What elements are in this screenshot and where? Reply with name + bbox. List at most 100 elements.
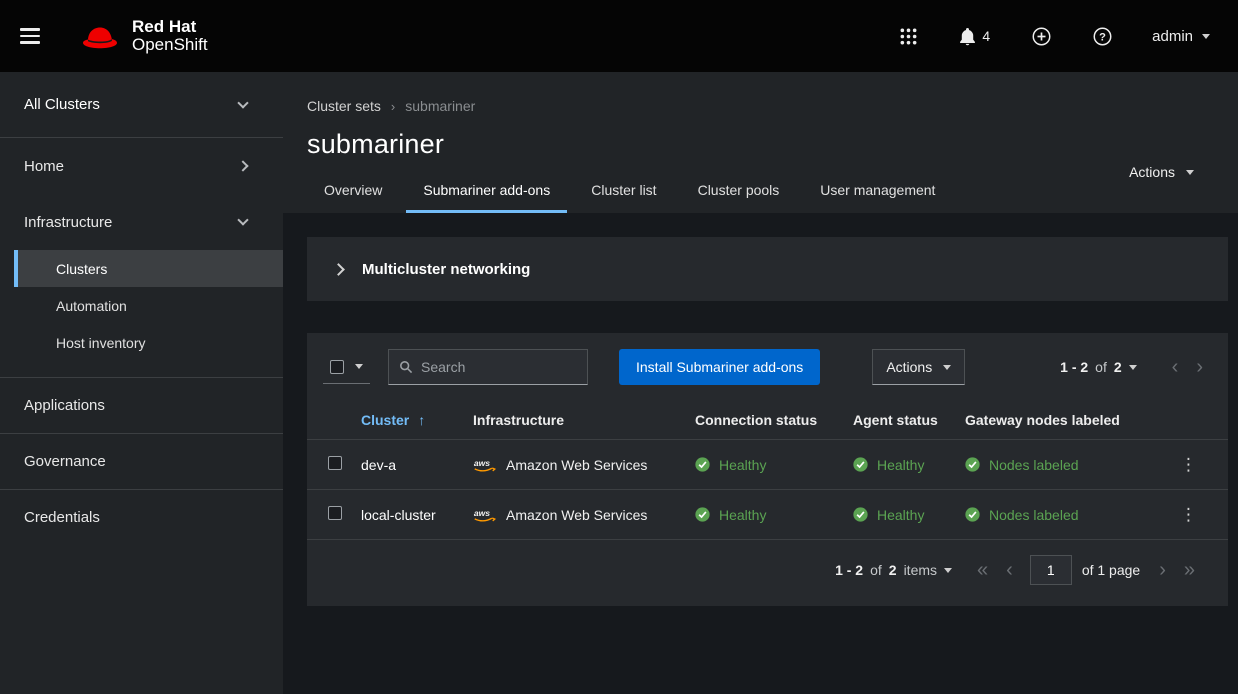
app-launcher-grid-icon [900,28,917,45]
gateway-nodes-cell: Nodes labeled [965,457,1159,473]
breadcrumb: Cluster sets › submariner [307,98,1210,114]
column-header-agent-status: Agent status [845,401,957,440]
next-page-button[interactable]: › [1150,558,1175,582]
table-actions-label: Actions [886,359,932,375]
prev-page-button[interactable]: ‹ [997,558,1022,582]
check-circle-icon [965,507,980,522]
agent-status-link[interactable]: Healthy [877,457,924,473]
pagination-range: 1 - 2 [835,562,863,578]
first-page-button[interactable]: « [968,558,997,582]
submariner-addons-card: Install Submariner add-ons Actions 1 - 2… [307,333,1228,606]
page-actions-dropdown[interactable]: Actions [1129,164,1194,180]
sidebar-item-automation[interactable]: Automation [14,287,283,324]
app-launcher-button[interactable] [898,26,919,47]
connection-status-link[interactable]: Healthy [719,457,766,473]
app: Red Hat OpenShift 4 [0,0,1238,694]
sidebar-item-applications[interactable]: Applications [0,377,283,433]
search-input[interactable] [421,359,577,375]
sidebar-item-host-inventory[interactable]: Host inventory [14,324,283,361]
breadcrumb-separator-icon: › [391,99,395,114]
page-number-input[interactable] [1030,555,1072,585]
cluster-name: dev-a [353,440,465,490]
table-actions-dropdown[interactable]: Actions [872,349,965,385]
masthead-toolbar: 4 ? admin [898,25,1210,48]
agent-status-cell: Healthy [853,507,949,523]
agent-status-cell: Healthy [853,457,949,473]
chevron-right-icon [237,160,248,171]
tab-user-management[interactable]: User management [803,173,952,213]
sidebar-item-label: Applications [24,397,105,414]
multicluster-networking-expandable[interactable]: Multicluster networking [307,237,1228,301]
clusters-table: Cluster ↑ Infrastructure Connection stat… [307,401,1228,540]
gateway-nodes-link[interactable]: Nodes labeled [989,457,1079,473]
sidebar-item-infrastructure[interactable]: Infrastructure [0,194,283,250]
sidebar-item-governance[interactable]: Governance [0,433,283,489]
page-header: Cluster sets › submariner submariner Act… [283,72,1238,213]
notifications-button[interactable]: 4 [957,25,992,48]
connection-status-link[interactable]: Healthy [719,507,766,523]
tab-cluster-list[interactable]: Cluster list [574,173,673,213]
layout: All Clusters Home Infrastructure Cluster… [0,72,1238,694]
brand-logo: Red Hat OpenShift [78,18,208,55]
infrastructure-subnav: Clusters Automation Host inventory [0,250,283,361]
infrastructure-cell: aws Amazon Web Services [473,507,679,523]
row-checkbox[interactable] [328,456,342,470]
gateway-nodes-cell: Nodes labeled [965,507,1159,523]
notification-count-badge: 4 [982,28,990,44]
sidebar-item-label: Infrastructure [24,214,112,231]
pagination-options-menu[interactable]: 1 - 2 of 2 [1060,359,1137,375]
user-menu[interactable]: admin [1152,28,1210,45]
tab-submariner-add-ons[interactable]: Submariner add-ons [406,173,567,213]
username: admin [1152,28,1193,45]
caret-down-icon [1186,170,1194,175]
cluster-switcher-dropdown[interactable]: All Clusters [0,72,283,138]
page-title: submariner [307,129,1210,160]
nav-toggle-button[interactable] [18,22,42,50]
bulk-select-dropdown[interactable] [323,351,370,384]
caret-down-icon [1202,34,1210,39]
sort-by-cluster-button[interactable]: Cluster ↑ [361,412,425,428]
table-row: local-cluster aws Amazon Web Servi [307,490,1228,540]
masthead: Red Hat OpenShift 4 [0,0,1238,72]
tab-overview[interactable]: Overview [307,173,399,213]
redhat-hat-icon [78,20,122,53]
agent-status-link[interactable]: Healthy [877,507,924,523]
tab-cluster-pools[interactable]: Cluster pools [681,173,797,213]
prev-page-button[interactable]: ‹ [1163,355,1188,379]
sidebar-item-home[interactable]: Home [0,138,283,194]
gateway-nodes-link[interactable]: Nodes labeled [989,507,1079,523]
create-button[interactable] [1030,25,1053,48]
sidebar-item-credentials[interactable]: Credentials [0,489,283,545]
table-toolbar: Install Submariner add-ons Actions 1 - 2… [307,333,1228,401]
section-title: Multicluster networking [362,261,530,278]
next-page-button[interactable]: › [1187,355,1212,379]
row-kebab-menu[interactable]: ⋮ [1175,455,1202,475]
check-circle-icon [853,507,868,522]
row-checkbox[interactable] [328,506,342,520]
sidebar-item-clusters[interactable]: Clusters [14,250,283,287]
search-box [388,349,588,385]
cluster-name: local-cluster [353,490,465,540]
last-page-button[interactable]: » [1175,558,1204,582]
help-button[interactable]: ? [1091,25,1114,48]
install-submariner-addons-button[interactable]: Install Submariner add-ons [619,349,820,385]
table-row: dev-a aws Amazon Web Services [307,440,1228,490]
page-body: Multicluster networking [283,213,1238,694]
breadcrumb-cluster-sets-link[interactable]: Cluster sets [307,98,381,114]
header-actions-column [1167,401,1228,440]
connection-status-cell: Healthy [695,507,837,523]
main-content: Cluster sets › submariner submariner Act… [283,72,1238,694]
select-all-checkbox[interactable] [330,360,344,374]
search-icon [399,360,413,374]
pagination-total: 2 [1114,359,1122,375]
plus-circle-icon [1032,27,1051,46]
caret-down-icon [1129,365,1137,370]
column-header-infrastructure: Infrastructure [465,401,687,440]
pagination-top: 1 - 2 of 2 ‹ › [1060,355,1212,379]
caret-down-icon [355,364,363,369]
header-checkbox-column [307,401,353,440]
row-kebab-menu[interactable]: ⋮ [1175,505,1202,525]
svg-text:aws: aws [474,457,490,467]
pagination-items-menu[interactable]: 1 - 2 of 2 items [835,562,952,578]
connection-status-cell: Healthy [695,457,837,473]
